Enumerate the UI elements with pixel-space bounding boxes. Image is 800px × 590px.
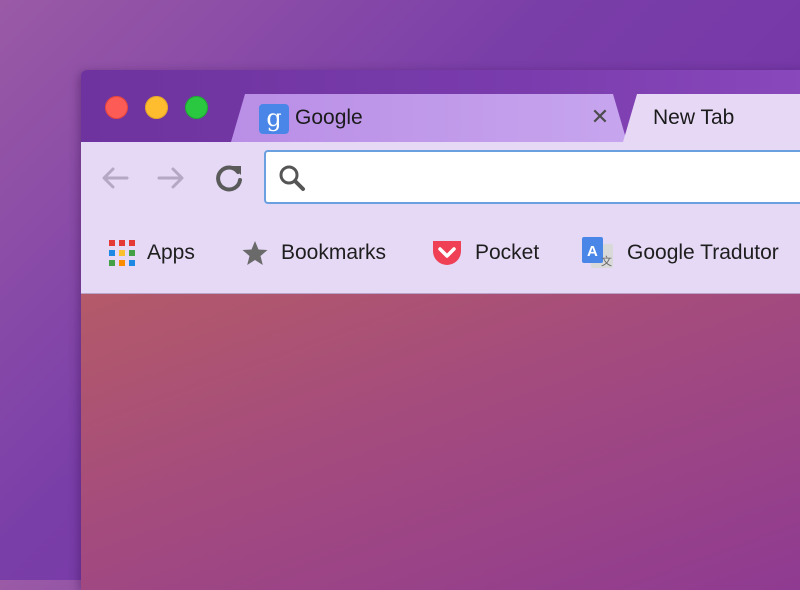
svg-text:A: A <box>587 243 598 260</box>
browser-window: g Google ✕ New Tab Apps Bookmarks Pocket… <box>81 70 800 590</box>
bookmarks-bar: Apps Bookmarks Pocket A 文 Google Traduto… <box>81 212 800 294</box>
title-bar: g Google ✕ New Tab <box>81 70 800 142</box>
bookmark-label: Google Tradutor <box>627 241 779 264</box>
window-maximize-button[interactable] <box>185 96 208 119</box>
forward-arrow-icon <box>157 167 184 189</box>
google-g-icon: g <box>259 104 289 134</box>
bookmark-bookmarks[interactable]: Bookmarks <box>241 238 386 268</box>
apps-grid-icon <box>109 240 135 266</box>
navigation-toolbar <box>81 142 800 212</box>
page-content <box>81 294 800 590</box>
bookmark-pocket[interactable]: Pocket <box>431 238 539 268</box>
address-input[interactable] <box>314 162 800 194</box>
tab-google[interactable]: g Google ✕ <box>231 94 627 142</box>
bookmark-label: Pocket <box>475 241 540 264</box>
svg-text:文: 文 <box>601 254 612 268</box>
window-minimize-button[interactable] <box>145 96 168 119</box>
tab-new-tab[interactable]: New Tab <box>623 94 800 142</box>
search-icon <box>279 165 305 191</box>
star-icon <box>242 241 268 265</box>
back-arrow-icon <box>102 167 129 189</box>
address-bar[interactable] <box>264 150 800 204</box>
bookmark-apps[interactable]: Apps <box>109 238 195 268</box>
tab-title: Google <box>295 106 363 129</box>
reload-icon <box>216 165 242 192</box>
google-translate-icon: A 文 <box>582 237 613 268</box>
bookmark-google-tradutor[interactable]: A 文 Google Tradutor <box>581 237 779 268</box>
tab-close-icon[interactable]: ✕ <box>589 104 611 130</box>
back-button[interactable] <box>97 160 133 196</box>
reload-button[interactable] <box>211 160 247 196</box>
tab-title: New Tab <box>653 106 735 129</box>
bookmark-label: Bookmarks <box>281 241 387 264</box>
bookmark-label: Apps <box>147 241 195 264</box>
pocket-icon <box>433 241 461 265</box>
window-close-button[interactable] <box>105 96 128 119</box>
forward-button[interactable] <box>153 160 189 196</box>
